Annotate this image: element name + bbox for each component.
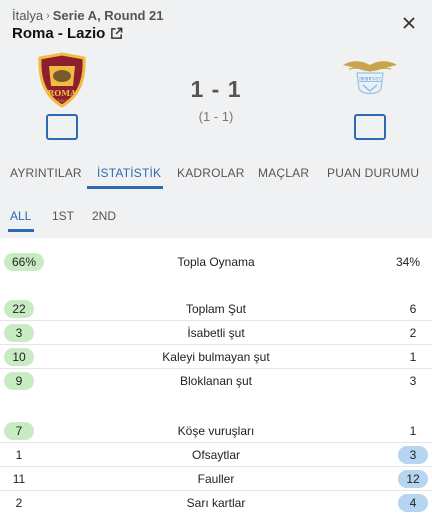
tab-ayrintilar[interactable]: AYRINTILAR <box>10 166 82 180</box>
stat-label: Köşe vuruşları <box>177 424 255 438</box>
stat-row: 10 Kaleyi bulmayan şut 1 <box>0 345 432 369</box>
stat-away-value: 3 <box>409 374 417 388</box>
breadcrumb-round[interactable]: Serie A, Round 21 <box>53 8 164 23</box>
close-button[interactable] <box>398 12 420 34</box>
tab-kadrolar[interactable]: KADROLAR <box>177 166 245 180</box>
active-subtab-indicator <box>8 229 34 232</box>
stat-home-value: 9 <box>4 372 34 390</box>
stat-label: Sarı kartlar <box>186 496 246 510</box>
stat-label: Kaleyi bulmayan şut <box>162 350 270 364</box>
breadcrumb-separator: › <box>46 9 50 22</box>
subtab-all[interactable]: ALL <box>10 209 31 223</box>
period-tabs: ALL 1ST 2ND <box>0 200 432 238</box>
match-title-text: Roma - Lazio <box>12 25 106 42</box>
tab-maclar[interactable]: MAÇLAR <box>258 166 309 180</box>
stat-home-value: 1 <box>15 448 23 462</box>
stat-label: Bloklanan şut <box>179 374 253 388</box>
stat-label: Fauller <box>197 472 235 486</box>
stat-away-value: 34% <box>395 255 420 269</box>
match-header: İtalya › Serie A, Round 21 Roma - Lazio … <box>0 0 432 238</box>
half-time-score: (1 - 1) <box>198 109 234 124</box>
external-link-icon[interactable] <box>110 27 123 40</box>
stat-away-value: 12 <box>398 470 428 488</box>
stat-row: 22 Toplam Şut 6 <box>0 297 432 321</box>
stat-home-value: 7 <box>4 422 34 440</box>
stat-row: 2 Sarı kartlar 4 <box>0 491 432 515</box>
subtab-1st[interactable]: 1ST <box>52 209 74 223</box>
stat-label: Toplam Şut <box>185 302 247 316</box>
stat-row: 9 Bloklanan şut 3 <box>0 369 432 393</box>
breadcrumb-country[interactable]: İtalya <box>12 8 43 23</box>
stats-list: 66% Topla Oynama 34% 22 Toplam Şut 6 3 İ… <box>0 238 432 517</box>
stat-row: 1 Ofsaytlar 3 <box>0 443 432 467</box>
stat-home-value: 3 <box>4 324 34 342</box>
stat-away-value: 4 <box>398 494 428 512</box>
stat-row: 66% Topla Oynama 34% <box>0 250 432 274</box>
main-tabs: AYRINTILAR İSTATİSTİK KADROLAR MAÇLAR PU… <box>0 156 432 192</box>
stat-home-value: 10 <box>4 348 34 366</box>
match-title[interactable]: Roma - Lazio <box>12 25 123 42</box>
stat-home-value: 2 <box>15 496 23 510</box>
full-time-score: 1 - 1 <box>190 76 242 102</box>
tab-istatistik[interactable]: İSTATİSTİK <box>97 166 161 180</box>
stat-away-value: 3 <box>398 446 428 464</box>
stat-away-value: 1 <box>409 350 417 364</box>
stat-away-value: 1 <box>409 424 417 438</box>
stat-home-value: 66% <box>4 253 45 271</box>
stat-row: 3 İsabetli şut 2 <box>0 321 432 345</box>
stat-away-value: 6 <box>409 302 417 316</box>
tab-puan-durumu[interactable]: PUAN DURUMU <box>327 166 419 180</box>
stat-label: Ofsaytlar <box>191 448 240 462</box>
stat-label: İsabetli şut <box>187 326 245 340</box>
stat-row: 7 Köşe vuruşları 1 <box>0 419 432 443</box>
active-tab-indicator <box>87 186 163 189</box>
stat-home-value: 22 <box>4 300 34 318</box>
stat-row: 11 Fauller 12 <box>0 467 432 491</box>
stat-away-value: 2 <box>409 326 417 340</box>
stat-home-value: 11 <box>12 472 26 486</box>
close-icon <box>403 17 415 29</box>
subtab-2nd[interactable]: 2ND <box>92 209 116 223</box>
breadcrumb: İtalya › Serie A, Round 21 <box>12 8 164 23</box>
stat-label: Topla Oynama <box>177 255 255 269</box>
